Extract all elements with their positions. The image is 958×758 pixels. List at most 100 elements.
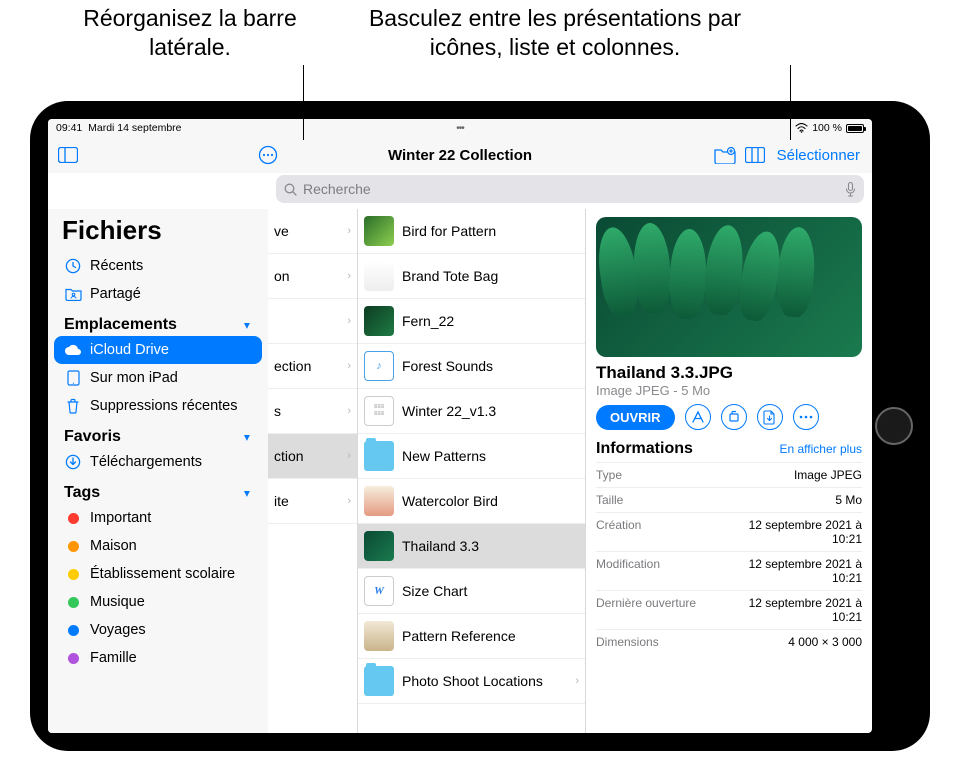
column-2-item[interactable]: WSize Chart [358, 569, 585, 614]
callout-right: Basculez entre les présentations par icô… [345, 4, 765, 62]
column-2-item[interactable]: ♪Forest Sounds [358, 344, 585, 389]
chevron-down-icon: ▲ [242, 320, 252, 331]
status-time: 09:41 [56, 122, 82, 134]
column-1-item[interactable]: on› [268, 254, 357, 299]
sidebar-tag-item[interactable]: Important [54, 504, 262, 532]
sidebar-item-trash[interactable]: Suppressions récentes [54, 392, 262, 420]
column-1-item[interactable]: ve› [268, 209, 357, 254]
convert-icon[interactable] [757, 404, 783, 430]
column-2-item[interactable]: Bird for Pattern [358, 209, 585, 254]
toolbar: Winter 22 Collection Sélectionner [48, 137, 872, 173]
column-2-item[interactable]: Watercolor Bird [358, 479, 585, 524]
info-row: Modification12 septembre 2021 à 10:21 [596, 551, 862, 590]
column-2-item[interactable]: Thailand 3.3 [358, 524, 585, 569]
home-button[interactable] [875, 407, 913, 445]
info-key: Création [596, 518, 641, 546]
info-show-more[interactable]: En afficher plus [780, 442, 863, 456]
status-right: 100 % [795, 122, 864, 134]
sidebar-title: Fichiers [54, 213, 262, 252]
sidebar-item-label: Récents [90, 258, 143, 274]
chevron-right-icon: › [347, 405, 351, 417]
preview-actions: OUVRIR [596, 404, 862, 430]
new-folder-icon[interactable] [711, 141, 739, 169]
status-date: Mardi 14 septembre [88, 122, 181, 134]
sidebar: Fichiers Récents Partagé Emplacements ▲ … [48, 209, 268, 733]
folder-icon [364, 441, 394, 471]
image-thumbnail-icon [364, 216, 394, 246]
rotate-icon[interactable] [721, 404, 747, 430]
sidebar-tag-item[interactable]: Famille [54, 644, 262, 672]
info-row: TypeImage JPEG [596, 462, 862, 487]
tag-label: Établissement scolaire [90, 566, 235, 582]
info-key: Type [596, 468, 622, 482]
item-label: Photo Shoot Locations [402, 673, 543, 689]
column-1-item[interactable]: › [268, 299, 357, 344]
preview-thumbnail[interactable] [596, 217, 862, 357]
column-2-item[interactable]: Pattern Reference [358, 614, 585, 659]
item-label-partial: s [274, 403, 281, 419]
column-2-item[interactable]: ≡≡≡≡≡≡Winter 22_v1.3 [358, 389, 585, 434]
sidebar-tag-item[interactable]: Maison [54, 532, 262, 560]
sidebar-item-label: iCloud Drive [90, 342, 169, 358]
main-content: Fichiers Récents Partagé Emplacements ▲ … [48, 209, 872, 733]
sidebar-item-downloads[interactable]: Téléchargements [54, 448, 262, 476]
sidebar-tag-item[interactable]: Musique [54, 588, 262, 616]
select-button[interactable]: Sélectionner [771, 147, 866, 164]
trash-icon [64, 398, 82, 414]
sidebar-more-icon[interactable] [254, 141, 282, 169]
sidebar-item-on-ipad[interactable]: Sur mon iPad [54, 364, 262, 392]
info-key: Dernière ouverture [596, 596, 696, 624]
column-1-item[interactable]: ction› [268, 434, 357, 479]
markup-icon[interactable] [685, 404, 711, 430]
column-2-item[interactable]: New Patterns [358, 434, 585, 479]
image-thumbnail-icon [364, 486, 394, 516]
preview-filename: Thailand 3.3.JPG [596, 363, 862, 383]
sidebar-tag-item[interactable]: Voyages [54, 616, 262, 644]
chevron-right-icon: › [575, 675, 579, 687]
chevron-right-icon: › [347, 495, 351, 507]
audio-file-icon: ♪ [364, 351, 394, 381]
preview-subtitle: Image JPEG - 5 Mo [596, 383, 862, 398]
tag-dot-icon [64, 653, 82, 664]
tag-label: Musique [90, 594, 145, 610]
status-bar: 09:41 Mardi 14 septembre 100 % [48, 119, 872, 137]
sidebar-section-locations[interactable]: Emplacements ▲ [54, 308, 262, 336]
chevron-down-icon: ▲ [242, 488, 252, 499]
multitask-dots-icon[interactable] [456, 122, 464, 134]
more-actions-icon[interactable] [793, 404, 819, 430]
search-bar[interactable]: Recherche [276, 175, 864, 203]
open-button[interactable]: OUVRIR [596, 405, 675, 430]
sidebar-section-favorites[interactable]: Favoris ▲ [54, 420, 262, 448]
item-label: Winter 22_v1.3 [402, 403, 496, 419]
column-1-item[interactable]: ite› [268, 479, 357, 524]
sidebar-section-tags[interactable]: Tags ▲ [54, 476, 262, 504]
item-label: Bird for Pattern [402, 223, 496, 239]
sidebar-item-shared[interactable]: Partagé [54, 280, 262, 308]
info-key: Taille [596, 493, 623, 507]
column-2-item[interactable]: Fern_22 [358, 299, 585, 344]
sidebar-item-icloud[interactable]: iCloud Drive [54, 336, 262, 364]
sidebar-tag-item[interactable]: Établissement scolaire [54, 560, 262, 588]
column-1-item[interactable]: ection› [268, 344, 357, 389]
tag-dot-icon [64, 569, 82, 580]
tag-dot-icon [64, 513, 82, 524]
info-title: Informations [596, 440, 693, 458]
column-1-item[interactable]: s› [268, 389, 357, 434]
battery-icon [846, 124, 864, 133]
toggle-sidebar-icon[interactable] [54, 141, 82, 169]
info-key: Modification [596, 557, 660, 585]
image-thumbnail-icon [364, 621, 394, 651]
item-label: Size Chart [402, 583, 467, 599]
tag-dot-icon [64, 625, 82, 636]
chevron-right-icon: › [347, 315, 351, 327]
sidebar-item-label: Partagé [90, 286, 141, 302]
sidebar-item-recents[interactable]: Récents [54, 252, 262, 280]
column-2-item[interactable]: Brand Tote Bag [358, 254, 585, 299]
item-label-partial: ve [274, 223, 289, 239]
image-thumbnail-icon [364, 531, 394, 561]
column-2-item[interactable]: Photo Shoot Locations › [358, 659, 585, 704]
item-label-partial: ction [274, 448, 304, 464]
view-mode-icon[interactable] [741, 141, 769, 169]
preview-pane: Thailand 3.3.JPG Image JPEG - 5 Mo OUVRI… [586, 209, 872, 733]
mic-icon[interactable] [845, 182, 856, 197]
